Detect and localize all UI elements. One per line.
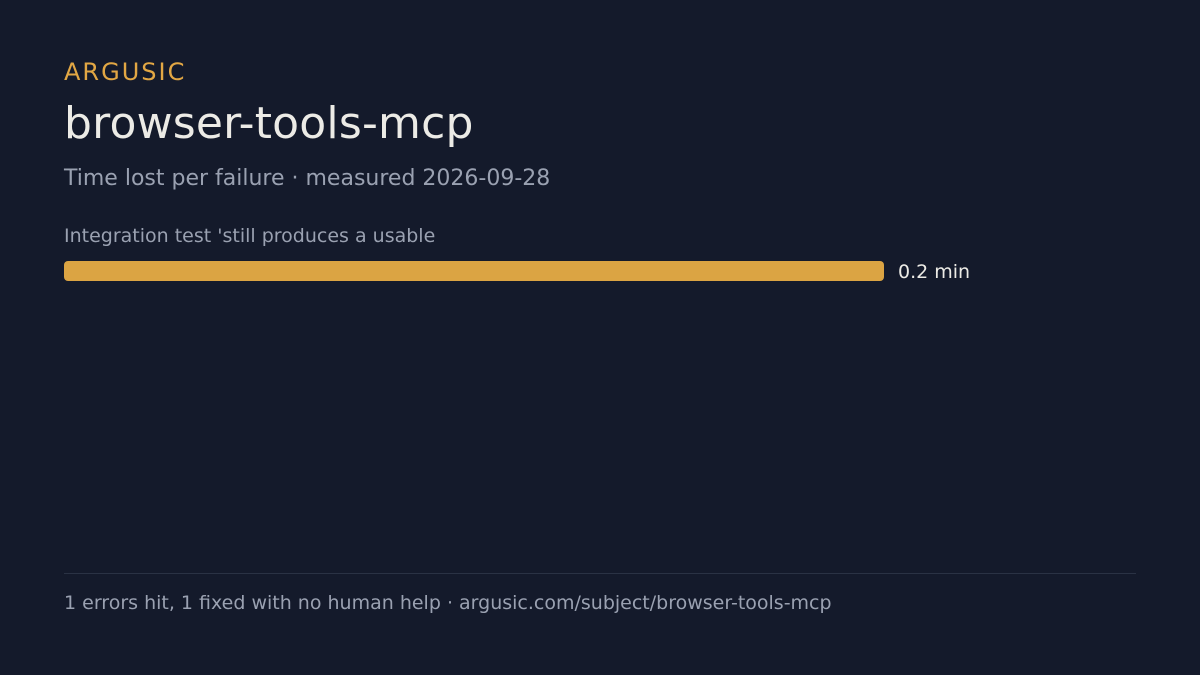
footer-divider: [64, 573, 1136, 574]
brand-label: ARGUSIC: [64, 58, 187, 86]
page-subtitle: Time lost per failure · measured 2026-09…: [64, 166, 551, 191]
bar-category-label: Integration test 'still produces a usabl…: [64, 225, 435, 247]
bar: [64, 261, 884, 281]
bar-chart: Integration test 'still produces a usabl…: [64, 222, 1136, 302]
bar-value-label: 0.2 min: [898, 261, 970, 283]
page: ARGUSIC browser-tools-mcp Time lost per …: [0, 0, 1200, 675]
bar-chart-svg: Integration test 'still produces a usabl…: [64, 225, 970, 283]
footer-text: 1 errors hit, 1 fixed with no human help…: [64, 592, 832, 614]
page-title: browser-tools-mcp: [64, 98, 474, 149]
